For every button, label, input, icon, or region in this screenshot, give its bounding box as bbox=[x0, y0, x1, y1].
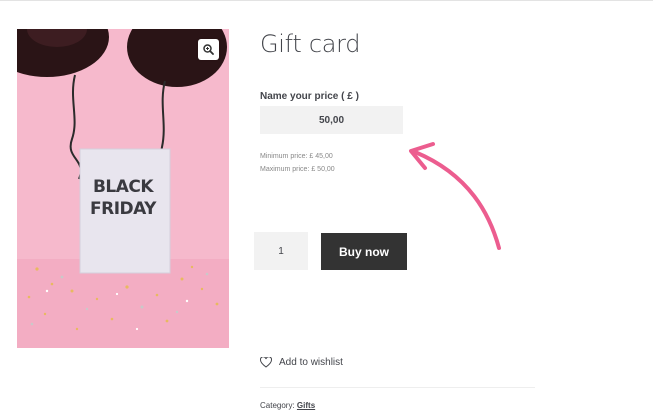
image-card-line1: BLACK bbox=[92, 177, 154, 197]
quantity-input[interactable] bbox=[254, 232, 308, 270]
wishlist-label: Add to wishlist bbox=[279, 357, 343, 368]
price-label: Name your price ( £ ) bbox=[260, 91, 359, 102]
arrow-annotation-icon bbox=[409, 142, 501, 250]
add-to-wishlist-link[interactable]: Add to wishlist bbox=[260, 357, 343, 368]
buy-now-button[interactable]: Buy now bbox=[321, 233, 407, 270]
meta-divider bbox=[260, 387, 535, 388]
image-card-line2: FRIDAY bbox=[90, 199, 156, 219]
product-category: Category: Gifts bbox=[260, 401, 315, 410]
heart-icon bbox=[260, 357, 272, 368]
zoom-button[interactable] bbox=[198, 39, 219, 60]
category-label: Category: bbox=[260, 401, 295, 410]
product-image[interactable]: BLACK FRIDAY bbox=[17, 29, 229, 348]
magnify-plus-icon bbox=[203, 44, 214, 55]
product-title: Gift card bbox=[260, 30, 361, 58]
price-input[interactable] bbox=[260, 106, 403, 134]
category-link[interactable]: Gifts bbox=[297, 401, 315, 410]
top-divider bbox=[0, 0, 653, 1]
max-price-hint: Maximum price: £ 50,00 bbox=[260, 166, 335, 173]
min-price-hint: Minimum price: £ 45,00 bbox=[260, 153, 333, 160]
